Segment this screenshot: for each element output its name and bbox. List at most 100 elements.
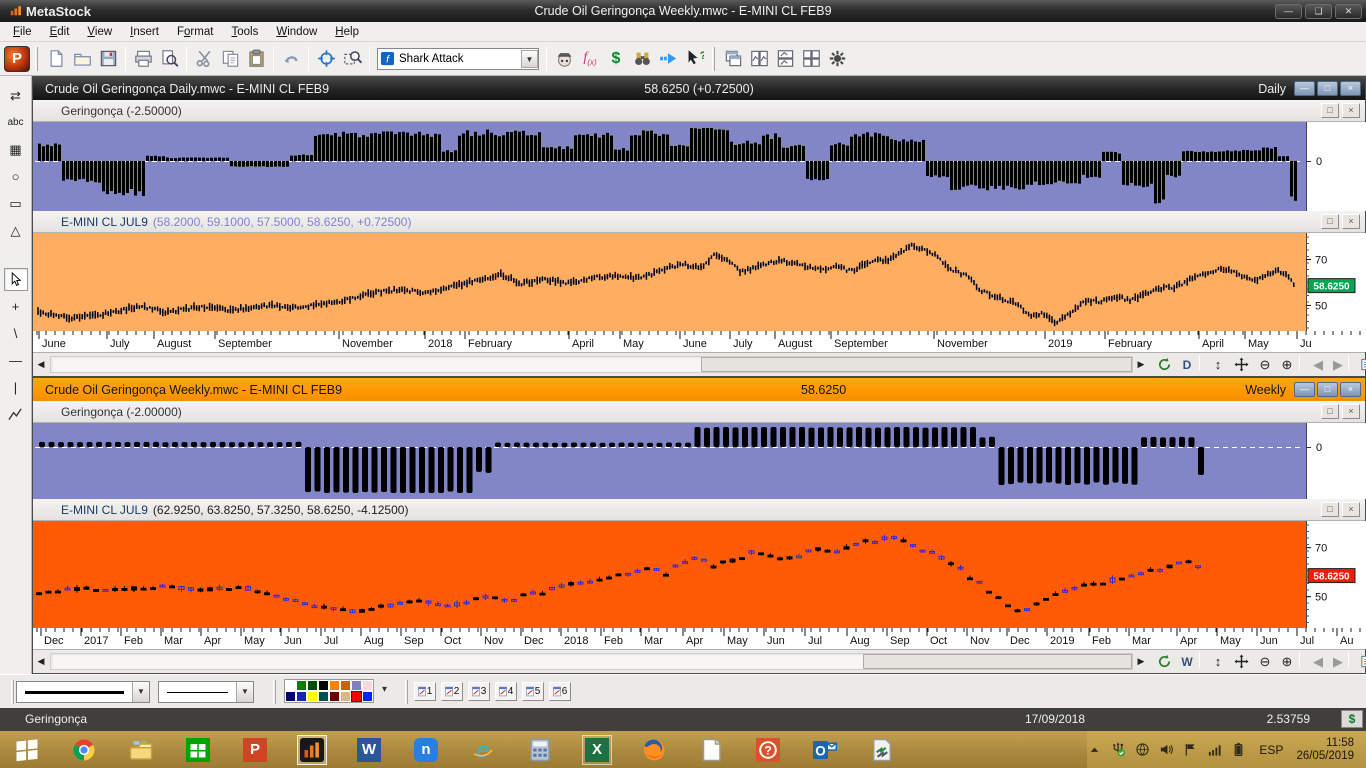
- copy-button[interactable]: [217, 46, 243, 72]
- zoom-box-button[interactable]: [339, 46, 365, 72]
- weekly-maximize-button[interactable]: □: [1317, 382, 1338, 397]
- save-chart-button[interactable]: [95, 46, 121, 72]
- crosshair-pointer-button[interactable]: [313, 46, 339, 72]
- color-swatch[interactable]: [362, 680, 373, 691]
- zigzag-tool[interactable]: [4, 403, 28, 426]
- weekly-price-chart[interactable]: 705058.6250: [33, 521, 1366, 628]
- weekly-scrollbar-track[interactable]: [50, 653, 1133, 670]
- daily-indicator-close-button[interactable]: ×: [1342, 103, 1360, 118]
- open-chart-button[interactable]: [69, 46, 95, 72]
- app-restore-button[interactable]: ❏: [1305, 4, 1332, 19]
- menu-help[interactable]: Help: [326, 24, 368, 40]
- clock[interactable]: 11:58 26/05/2019: [1296, 737, 1358, 763]
- weekly-next-button[interactable]: ▶: [1327, 652, 1349, 671]
- daily-indicator-maximize-button[interactable]: □: [1321, 103, 1339, 118]
- taskbar-app-outlook[interactable]: O: [810, 735, 840, 765]
- start-button[interactable]: [12, 735, 42, 765]
- cut-button[interactable]: [191, 46, 217, 72]
- daily-zoom-in-button[interactable]: ⊕: [1276, 355, 1298, 374]
- palette-dropdown-button[interactable]: ▾: [382, 684, 387, 695]
- daily-scrollbar-thumb[interactable]: [701, 357, 1132, 372]
- weekly-zoom-out-button[interactable]: ⊖: [1254, 652, 1276, 671]
- taskbar-app-file-explorer[interactable]: [126, 735, 156, 765]
- weekly-previous-button[interactable]: ◀: [1307, 652, 1329, 671]
- app-minimize-button[interactable]: —: [1275, 4, 1302, 19]
- line-style-dropdown-button[interactable]: ▼: [132, 682, 149, 702]
- menu-format[interactable]: Format: [168, 24, 222, 40]
- weekly-indicator-close-button[interactable]: ×: [1342, 404, 1360, 419]
- menu-edit[interactable]: Edit: [41, 24, 79, 40]
- weekly-indicator-chart[interactable]: 0: [33, 423, 1366, 499]
- weekly-price-maximize-button[interactable]: □: [1321, 502, 1339, 517]
- horizontal-line-tool[interactable]: —: [4, 349, 28, 372]
- color-swatch[interactable]: [296, 691, 307, 702]
- context-help-button[interactable]: ?: [681, 46, 707, 72]
- menu-tools[interactable]: Tools: [222, 24, 267, 40]
- indicator-builder-button[interactable]: f(x): [577, 46, 603, 72]
- volume-icon[interactable]: [1159, 742, 1174, 757]
- triangle-tool[interactable]: △: [4, 219, 28, 242]
- print-preview-button[interactable]: [156, 46, 182, 72]
- undo-button[interactable]: [278, 46, 304, 72]
- daily-maximize-button[interactable]: □: [1317, 81, 1338, 96]
- daily-scroll-left-button[interactable]: ◀: [33, 355, 49, 374]
- menu-insert[interactable]: Insert: [121, 24, 168, 40]
- weekly-vertical-scale-button[interactable]: ↕: [1207, 652, 1229, 671]
- weekly-chart-menu-button[interactable]: [1356, 652, 1366, 671]
- weekly-scrollbar-thumb[interactable]: [863, 654, 1132, 669]
- chart-style-template-button-2[interactable]: 2: [441, 682, 463, 701]
- color-swatch[interactable]: [318, 680, 329, 691]
- explorer-button[interactable]: [629, 46, 655, 72]
- color-swatch[interactable]: [285, 691, 296, 702]
- weekly-refresh-button[interactable]: [1153, 652, 1175, 671]
- chart-style-template-button-1[interactable]: 1: [414, 682, 436, 701]
- taskbar-app-help-viewer[interactable]: ?: [753, 735, 783, 765]
- tile-grid-button[interactable]: [798, 46, 824, 72]
- color-swatch[interactable]: [351, 691, 362, 702]
- line-weight-dropdown-button[interactable]: ▼: [236, 682, 253, 702]
- taskbar-app-powerpoint[interactable]: P: [240, 735, 270, 765]
- text-tool[interactable]: abc: [4, 111, 28, 134]
- app-close-button[interactable]: ✕: [1335, 4, 1362, 19]
- weekly-close-button[interactable]: ×: [1340, 382, 1361, 397]
- daily-scroll-right-button[interactable]: ▶: [1133, 355, 1149, 374]
- taskbar-app-word[interactable]: W: [354, 735, 384, 765]
- securities-button[interactable]: $: [603, 46, 629, 72]
- battery-icon[interactable]: [1231, 742, 1246, 757]
- weekly-scroll-right-button[interactable]: ▶: [1133, 652, 1149, 671]
- weekly-price-pane-header[interactable]: E-MINI CL JUL9 (62.9250, 63.8250, 57.325…: [33, 499, 1365, 521]
- ellipse-tool[interactable]: ○: [4, 165, 28, 188]
- daily-indicator-pane-header[interactable]: Geringonça (-2.50000) □ ×: [33, 100, 1365, 122]
- rectangle-tool[interactable]: ▭: [4, 192, 28, 215]
- taskbar-app-ms-project[interactable]: [867, 735, 897, 765]
- tile-horizontal-button[interactable]: [772, 46, 798, 72]
- cascade-windows-button[interactable]: [720, 46, 746, 72]
- line-style-selector[interactable]: ▼: [16, 681, 150, 703]
- color-swatch[interactable]: [296, 680, 307, 691]
- daily-vertical-scale-button[interactable]: ↕: [1207, 355, 1229, 374]
- show-hidden-icons-chevron[interactable]: [1087, 742, 1102, 757]
- new-chart-button[interactable]: [43, 46, 69, 72]
- daily-minimize-button[interactable]: —: [1294, 81, 1315, 96]
- tile-vertical-button[interactable]: [746, 46, 772, 72]
- color-swatch[interactable]: [351, 680, 362, 691]
- weekly-window-titlebar[interactable]: Crude Oil Geringonça Weekly.mwc - E-MINI…: [33, 378, 1365, 401]
- paste-button[interactable]: [243, 46, 269, 72]
- network-icon[interactable]: [1135, 742, 1150, 757]
- weekly-periodicity-button[interactable]: W: [1177, 652, 1197, 671]
- weekly-pan-button[interactable]: [1230, 652, 1252, 671]
- weekly-zoom-in-button[interactable]: ⊕: [1276, 652, 1298, 671]
- taskbar-app-firefox[interactable]: [639, 735, 669, 765]
- taskbar-app-calculator[interactable]: [525, 735, 555, 765]
- daily-periodicity-button[interactable]: D: [1177, 355, 1197, 374]
- expert-advisor-button[interactable]: [551, 46, 577, 72]
- expert-selector-dropdown-button[interactable]: ▼: [521, 50, 538, 68]
- weekly-scroll-left-button[interactable]: ◀: [33, 652, 49, 671]
- wifi-signal-icon[interactable]: [1207, 742, 1222, 757]
- color-swatch[interactable]: [318, 691, 329, 702]
- chart-style-template-button-6[interactable]: 6: [549, 682, 571, 701]
- daily-price-chart[interactable]: 705058.6250: [33, 233, 1366, 331]
- taskbar-app-maxthon[interactable]: n: [411, 735, 441, 765]
- daily-refresh-button[interactable]: [1153, 355, 1175, 374]
- weekly-price-close-button[interactable]: ×: [1342, 502, 1360, 517]
